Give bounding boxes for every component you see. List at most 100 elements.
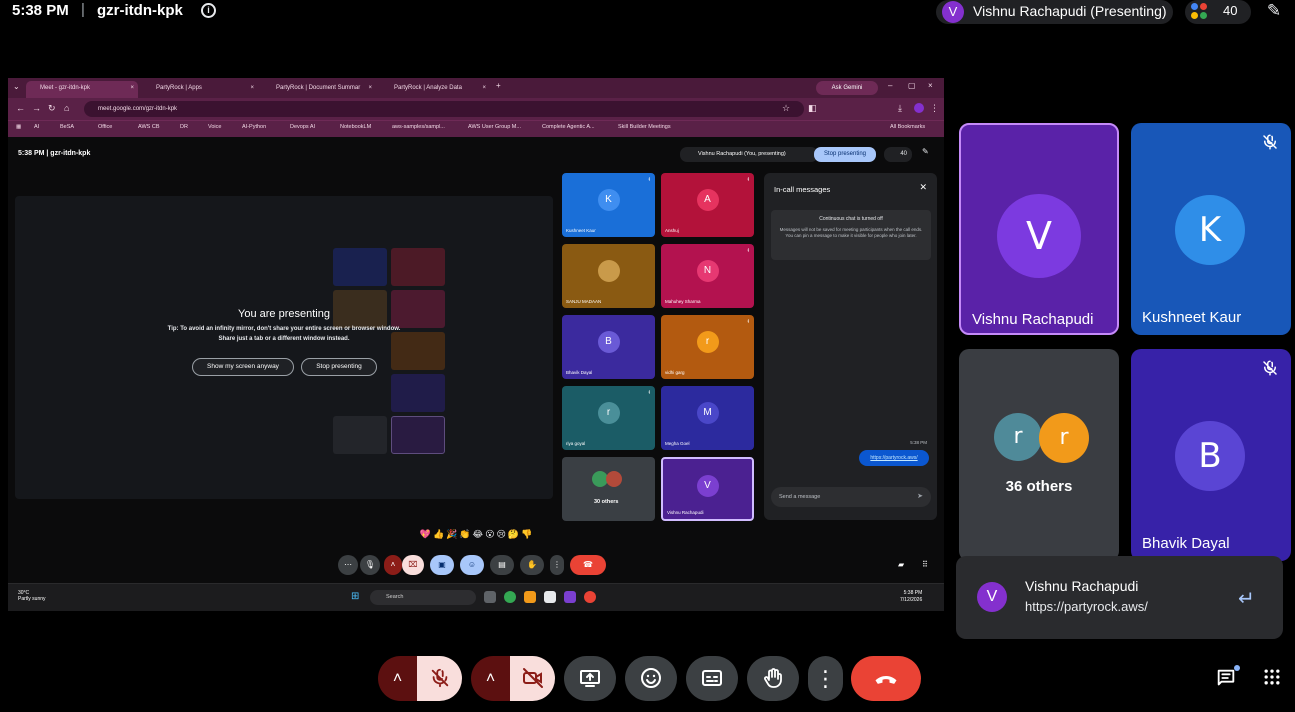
bookmark-item[interactable]: aws-samples/sampl... [392,124,445,130]
close-icon[interactable]: × [368,81,372,96]
bookmark-item[interactable]: AI-Python [242,124,266,130]
bookmark-item[interactable]: AWS CB [138,124,160,130]
bookmark-item[interactable]: Office [98,124,112,130]
chat-notification[interactable]: V Vishnu Rachapudi https://partyrock.aws… [956,556,1283,639]
bookmark-item[interactable]: NotebookLM [340,124,371,130]
bookmark-item[interactable]: Voice [208,124,221,130]
leave-call-button[interactable] [851,656,921,701]
chat-icon[interactable] [1215,665,1240,695]
close-icon[interactable]: × [482,81,486,96]
browser-tab-summary[interactable]: PartyRock | Document Summar × [262,81,376,98]
inner-tile: M Megha Goel [661,386,754,450]
inner-camera-options[interactable]: ˄ [384,555,402,575]
send-icon[interactable]: ➤ [917,487,923,507]
sender-avatar: V [977,582,1007,612]
app-icon[interactable] [524,591,536,603]
home-icon[interactable]: ⌂ [64,103,69,113]
others-count: 36 others [1005,478,1073,495]
close-icon[interactable]: ✕ [919,182,927,193]
taskbar-search[interactable]: Search [370,590,476,605]
close-icon[interactable]: × [250,81,254,96]
camera-options-button[interactable]: ˄ [471,656,510,701]
bookmark-item[interactable]: AWS User Group M... [468,124,521,130]
reaction-bar[interactable]: 💖👍🎉👏😂😮😢🤔👎 [389,529,565,545]
apps-grid-icon[interactable]: ▦ [16,124,21,130]
participant-tile-kushneet[interactable]: K Kushneet Kaur [1131,123,1291,335]
all-bookmarks[interactable]: All Bookmarks [890,124,925,130]
activities-icon[interactable] [1262,667,1282,693]
close-window-icon[interactable]: × [928,81,933,90]
inner-edit-icon[interactable]: ✎ [922,147,929,156]
inner-camera-off-button[interactable]: ⌧ [402,555,424,575]
inner-leave-call-button[interactable]: ☎ [570,555,606,575]
taskbar-clock: 5:38 PM 7/12/2026 [900,590,922,604]
reload-icon[interactable]: ↻ [48,103,56,114]
app-icon[interactable] [564,591,576,603]
tab-search-icon[interactable]: ⌄ [13,82,20,91]
raise-hand-button[interactable] [747,656,799,701]
bookmark-item[interactable]: Skill Builder Meetings [618,124,671,130]
mic-options-button[interactable]: ˄ [378,656,417,701]
windows-start-icon[interactable]: ⊞ [351,591,359,602]
menu-icon[interactable]: ⋮ [930,103,939,114]
more-options-button[interactable]: ⋮ [808,656,843,701]
weather-widget[interactable]: 30°C Partly sunny [18,590,46,602]
browser-tab-meet[interactable]: Meet - gzr-itdn-kpk × [26,81,138,98]
stop-presenting-button[interactable]: Stop presenting [301,358,377,376]
address-bar[interactable]: meet.google.com/gzr-itdn-kpk [84,101,804,117]
close-icon[interactable]: × [130,81,134,96]
participant-tile-vishnu[interactable]: V Vishnu Rachapudi [959,123,1119,335]
presenter-indicator[interactable]: V Vishnu Rachapudi (Presenting) [936,0,1173,24]
participant-tile-others[interactable]: r r 36 others [959,349,1119,561]
profile-avatar[interactable] [914,103,924,113]
present-screen-button[interactable] [564,656,616,701]
app-icon[interactable] [584,591,596,603]
browser-tab-apps[interactable]: PartyRock | Apps × [142,81,258,98]
captions-button[interactable] [686,656,738,701]
inner-avatar: r [597,402,620,424]
forward-icon[interactable]: → [32,103,41,113]
inner-stop-presenting-button[interactable]: Stop presenting [814,147,876,162]
download-icon[interactable]: ⤓ [898,103,902,114]
microphone-off-button[interactable] [417,656,462,701]
bookmark-item[interactable]: DR [180,124,188,130]
inner-more-button[interactable]: ⋮ [550,555,564,575]
browser-tab-analyze[interactable]: PartyRock | Analyze Data × [380,81,490,98]
inner-chat-icon[interactable]: ▰ [898,560,904,569]
bookmark-item[interactable]: AI [34,124,39,130]
notification-message[interactable]: https://partyrock.aws/ [1025,599,1148,614]
back-icon[interactable]: ← [16,103,25,113]
bookmark-item[interactable]: BeSA [60,124,74,130]
chat-message-input[interactable]: Send a message ➤ [771,487,931,507]
task-view-icon[interactable] [484,591,496,603]
app-icon[interactable] [544,591,556,603]
reactions-button[interactable] [625,656,677,701]
inner-more-options-button[interactable]: ⋯ [338,555,358,575]
bookmark-star-icon[interactable]: ☆ [782,103,790,114]
inner-raise-hand-button[interactable]: ✋ [520,555,544,575]
camera-off-button[interactable] [510,656,555,701]
inner-mic-button[interactable]: 🎙 [360,555,380,575]
ask-gemini-button[interactable]: Ask Gemini [816,81,878,95]
inner-activities-icon[interactable]: ⠿ [922,560,928,569]
bookmark-item[interactable]: Devops AI [290,124,315,130]
chat-message-link[interactable]: https://partyrock.aws/ [859,450,929,466]
info-icon[interactable]: i [201,3,216,18]
inner-captions-button[interactable]: ▤ [490,555,514,575]
maximize-icon[interactable]: ▢ [908,81,916,90]
inner-participant-count[interactable]: 40 [884,147,912,162]
chrome-icon[interactable] [504,591,516,603]
minimize-icon[interactable]: – [888,81,892,90]
mirror-tile [391,416,445,454]
extension-icon[interactable]: ◧ [808,103,817,114]
reply-icon[interactable]: ↵ [1238,586,1255,611]
inner-present-button[interactable]: ▣ [430,555,454,575]
mirror-tile [333,416,387,454]
edit-icon[interactable]: ✎ [1262,0,1286,24]
inner-emoji-button[interactable]: ☺ [460,555,484,575]
participant-tile-bhavik[interactable]: B Bhavik Dayal [1131,349,1291,561]
bookmark-item[interactable]: Complete Agentic A... [542,124,595,130]
new-tab-button[interactable]: + [496,81,501,90]
show-screen-anyway-button[interactable]: Show my screen anyway [192,358,294,376]
people-button[interactable]: 40 [1185,0,1251,24]
